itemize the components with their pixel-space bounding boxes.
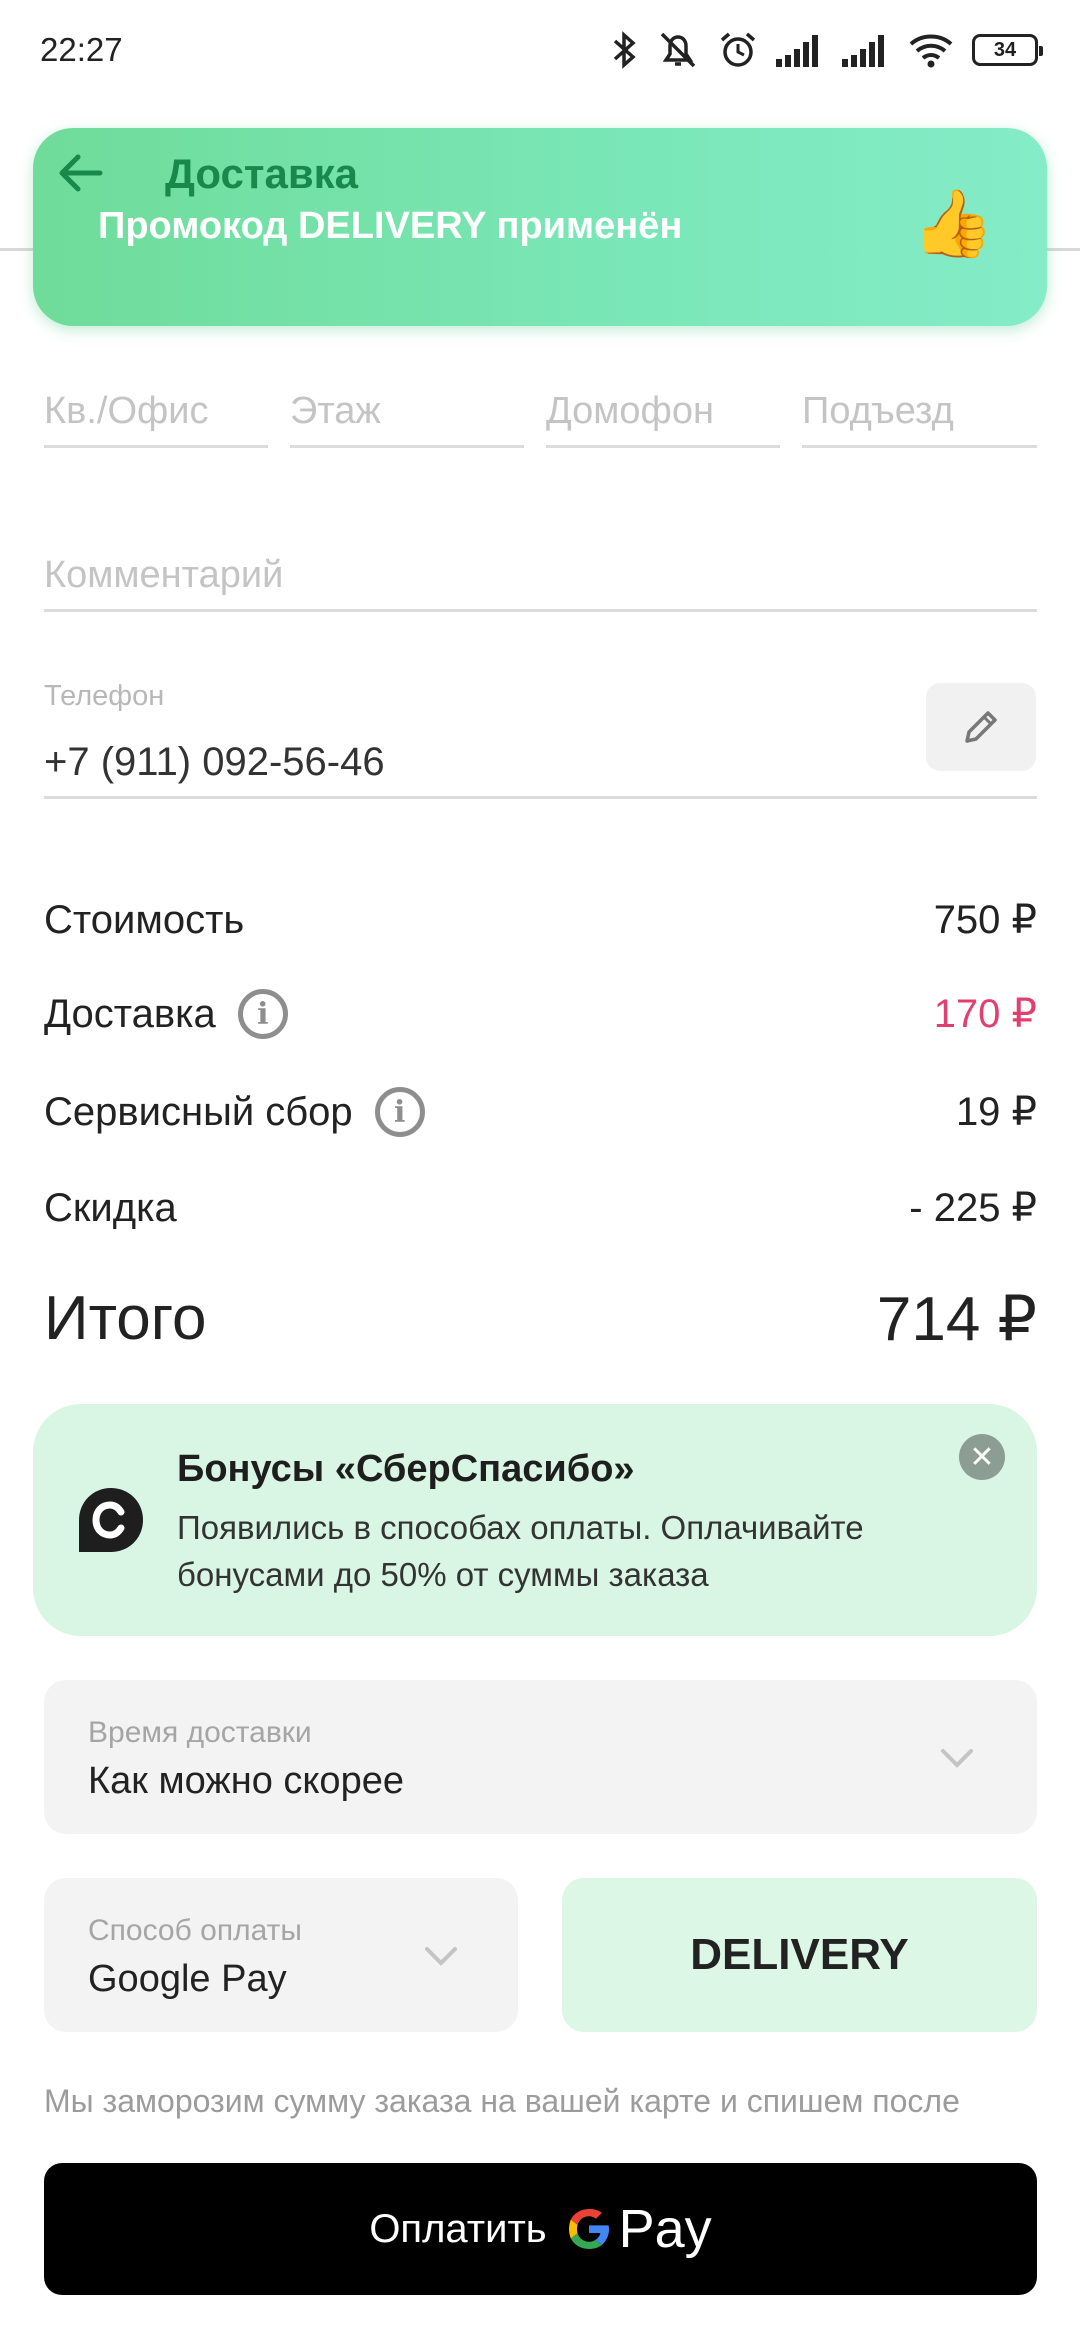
total-value: 714 ₽ — [876, 1284, 1037, 1354]
total-row: Итого 714 ₽ — [44, 1278, 1037, 1358]
pay-button[interactable]: Оплатить Pay — [44, 2163, 1037, 2295]
service-fee-value: 19 ₽ — [955, 1090, 1037, 1134]
service-fee-label: Сервисный сбор — [44, 1089, 353, 1134]
phone-underline — [44, 796, 1037, 799]
status-time: 22:27 — [40, 31, 123, 68]
thumbs-up-icon: 👍 — [912, 186, 995, 260]
info-icon[interactable]: i — [374, 1087, 425, 1137]
close-icon[interactable]: ✕ — [959, 1434, 1005, 1480]
wifi-icon — [909, 34, 953, 68]
sberspasibo-banner[interactable]: Бонусы «СберСпасибо» Появились в способа… — [33, 1404, 1037, 1636]
pencil-icon — [965, 711, 997, 743]
cost-label: Стоимость — [44, 897, 245, 942]
edit-phone-button[interactable] — [926, 683, 1036, 771]
intercom-field[interactable]: Домофон — [546, 368, 780, 448]
service-fee-row: Сервисный сбор i 19 ₽ — [44, 1082, 1037, 1142]
apartment-field[interactable]: Кв./Офис — [44, 368, 268, 448]
battery-icon: 34 — [972, 34, 1043, 66]
delivery-time-label: Время доставки — [88, 1716, 312, 1749]
floor-field[interactable]: Этаж — [290, 368, 524, 448]
delivery-value: 170 ₽ — [933, 992, 1037, 1036]
delivery-time-select[interactable]: Время доставки Как можно скорее — [44, 1680, 1037, 1834]
delivery-time-value: Как можно скорее — [88, 1760, 404, 1802]
apartment-placeholder: Кв./Офис — [44, 390, 209, 432]
floor-placeholder: Этаж — [290, 390, 381, 432]
discount-value: - 225 ₽ — [909, 1186, 1037, 1230]
alarm-icon — [720, 32, 756, 67]
bell-muted-icon — [660, 32, 696, 68]
comment-placeholder: Комментарий — [44, 554, 284, 596]
page-title: Доставка — [165, 150, 359, 197]
delivery-row: Доставка i 170 ₽ — [44, 984, 1037, 1044]
cost-row: Стоимость 750 ₽ — [44, 890, 1037, 950]
toast-message: Промокод DELIVERY применён — [98, 205, 683, 247]
total-label: Итого — [44, 1283, 207, 1353]
entrance-placeholder: Подъезд — [802, 390, 954, 432]
google-g-icon — [568, 2209, 609, 2249]
status-icons: 34 — [612, 30, 1043, 70]
signal-icon — [776, 35, 818, 67]
comment-field[interactable]: Комментарий — [44, 532, 1037, 612]
google-pay-logo: Pay — [565, 2198, 712, 2260]
cost-value: 750 ₽ — [933, 898, 1037, 942]
pay-button-label: Оплатить — [369, 2206, 547, 2251]
arrow-left-icon — [59, 154, 103, 192]
back-button[interactable] — [52, 148, 108, 198]
discount-label: Скидка — [44, 1185, 177, 1230]
promo-code-button[interactable]: DELIVERY — [562, 1878, 1037, 2032]
entrance-field[interactable]: Подъезд — [802, 368, 1037, 448]
signal-icon-2 — [842, 35, 884, 67]
pay-brand-text: Pay — [618, 2199, 712, 2259]
info-icon[interactable]: i — [237, 989, 288, 1039]
status-bar: 22:27 34 — [0, 0, 1080, 100]
discount-row: Скидка - 225 ₽ — [44, 1178, 1037, 1238]
intercom-placeholder: Домофон — [546, 390, 714, 432]
payment-method-label: Способ оплаты — [88, 1914, 302, 1947]
sberspasibo-logo-icon — [79, 1488, 143, 1552]
chevron-down-icon — [941, 1749, 973, 1768]
bluetooth-icon — [613, 31, 636, 69]
chevron-down-icon — [425, 1947, 457, 1966]
delivery-label: Доставка — [44, 991, 216, 1036]
bonus-title: Бонусы «СберСпасибо» — [177, 1448, 635, 1490]
payment-note: Мы заморозим сумму заказа на вашей карте… — [44, 2083, 960, 2119]
phone-label: Телефон — [44, 680, 165, 712]
phone-value: +7 (911) 092-56-46 — [44, 740, 385, 784]
payment-method-select[interactable]: Способ оплаты Google Pay — [44, 1878, 518, 2032]
payment-method-value: Google Pay — [88, 1958, 287, 2000]
bonus-text: Появились в способах оплаты. Оплачивайте… — [177, 1509, 864, 1593]
